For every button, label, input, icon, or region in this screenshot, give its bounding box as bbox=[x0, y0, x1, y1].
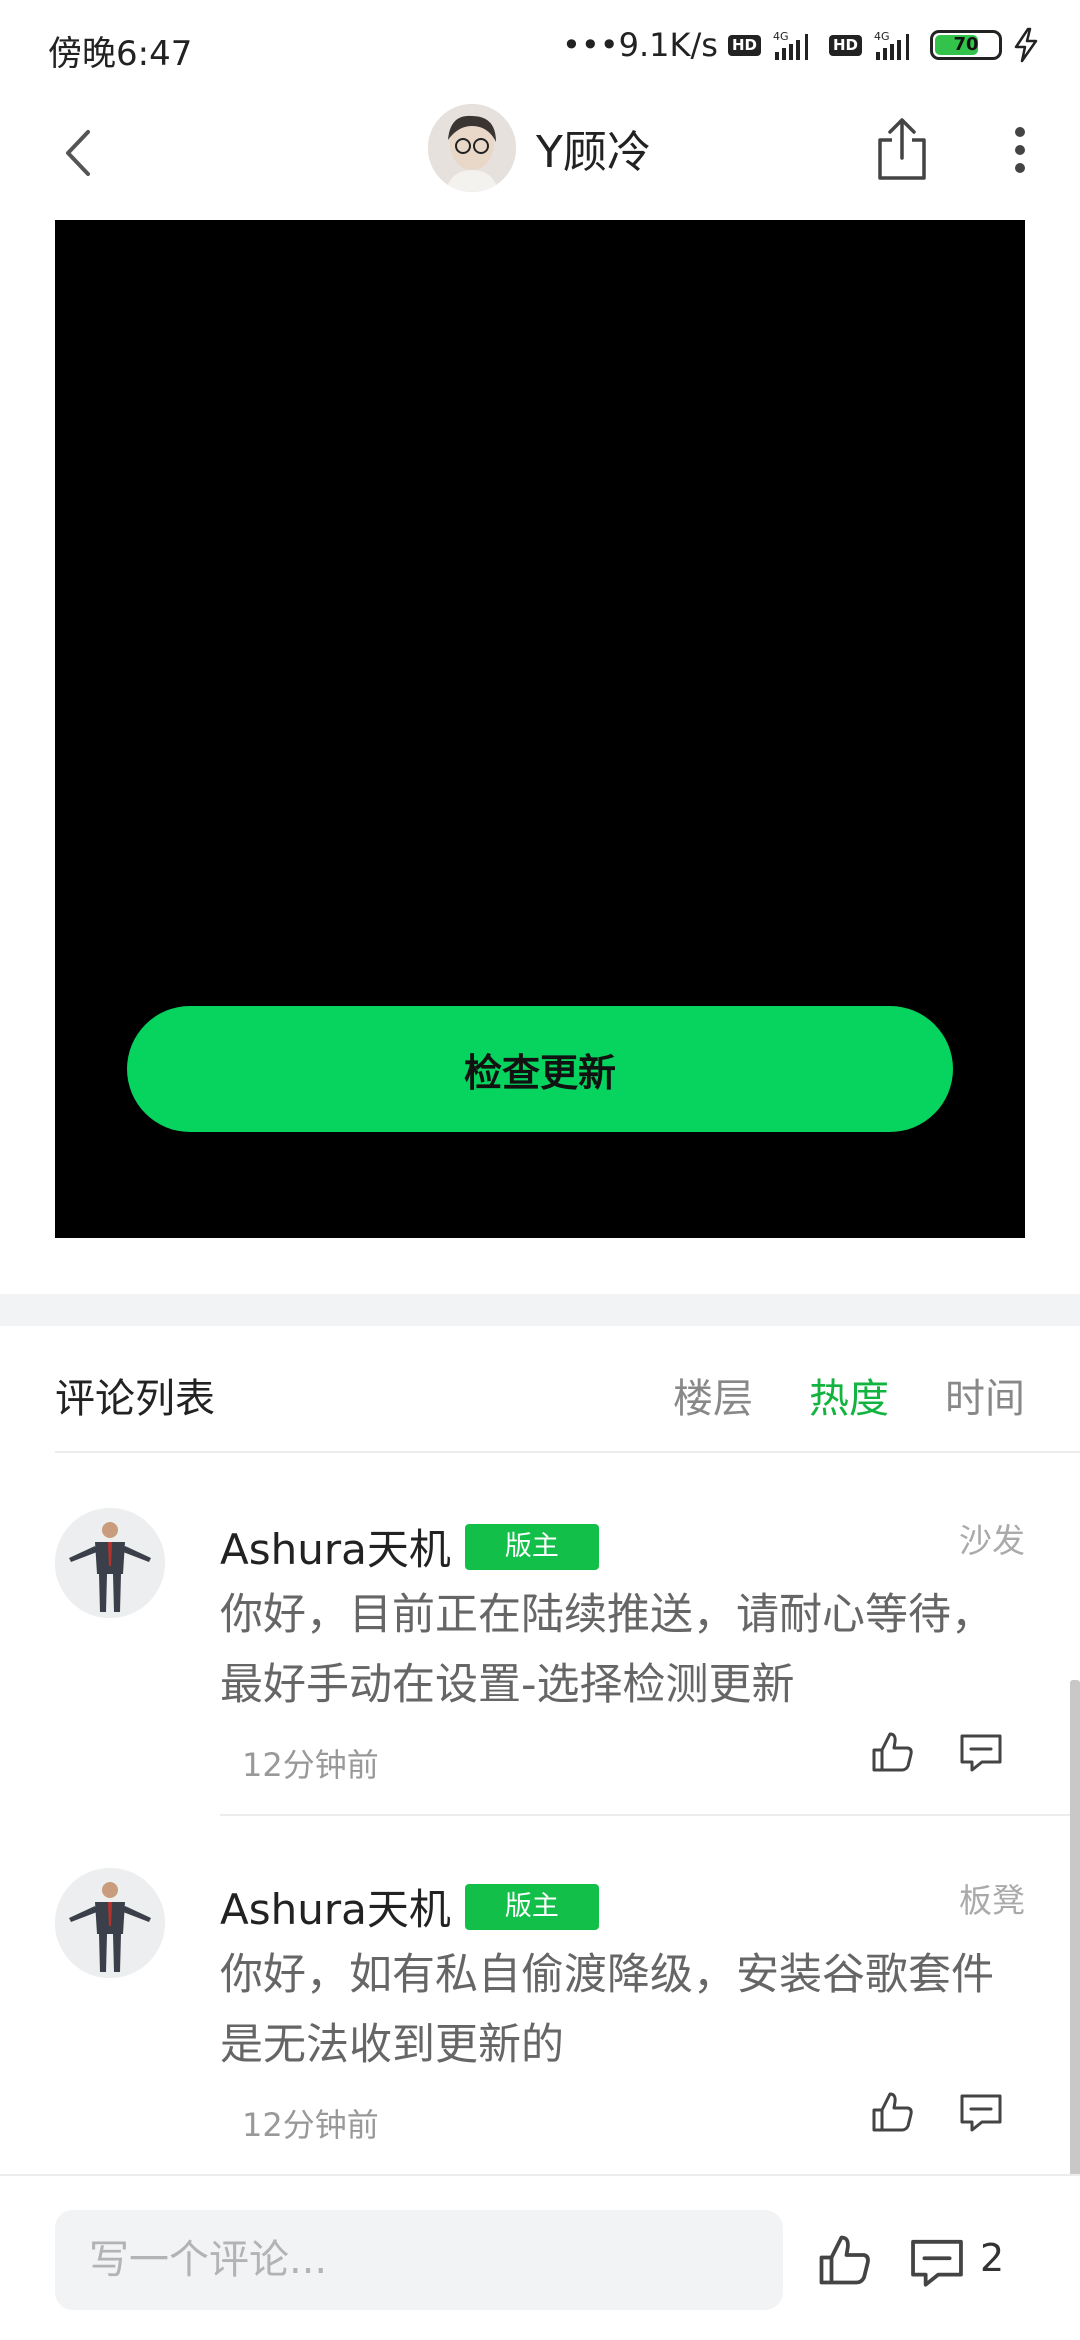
title-bar: Y顾冷 bbox=[0, 96, 1080, 212]
comment-count: 2 bbox=[980, 2236, 1005, 2280]
like-icon[interactable] bbox=[868, 1728, 916, 1776]
divider bbox=[220, 1814, 1080, 1816]
status-bar: 傍晚6:47 •••9.1K/s HD 4G HD 4G 70 bbox=[0, 0, 1080, 96]
signal-icon: 4G bbox=[874, 30, 909, 60]
svg-text:4G: 4G bbox=[773, 30, 789, 43]
tab-time[interactable]: 时间 bbox=[945, 1366, 1025, 1424]
share-icon[interactable] bbox=[870, 114, 934, 186]
comment-time: 12分钟前 bbox=[242, 2106, 379, 2144]
avatar[interactable] bbox=[428, 104, 516, 192]
more-options-icon[interactable] bbox=[1004, 114, 1036, 186]
moderator-badge: 版主 bbox=[464, 1883, 599, 1930]
bottom-action-bar: 2 bbox=[0, 2174, 1080, 2340]
divider bbox=[55, 1451, 1080, 1453]
post-media[interactable]: 检查更新 bbox=[55, 220, 1025, 1238]
battery-level: 70 bbox=[953, 34, 979, 55]
comment-author-row: Ashura天机 版主 bbox=[220, 1516, 599, 1577]
comment-list-header: 评论列表 楼层 热度 时间 bbox=[0, 1326, 1080, 1452]
scrollbar[interactable] bbox=[1070, 1680, 1080, 2176]
commenter-avatar-image bbox=[55, 1868, 165, 1978]
svg-text:4G: 4G bbox=[874, 30, 890, 43]
comment-icon[interactable] bbox=[908, 2236, 966, 2288]
like-icon[interactable] bbox=[868, 2088, 916, 2136]
comment-text: 你好，如有私自偷渡降级，安装谷歌套件是无法收到更新的 bbox=[220, 1950, 994, 2070]
author-name[interactable]: Y顾冷 bbox=[536, 116, 651, 180]
status-indicators: •••9.1K/s HD 4G HD 4G 70 bbox=[562, 26, 1040, 64]
comment-author-row: Ashura天机 版主 bbox=[220, 1876, 599, 1937]
comment-author[interactable]: Ashura天机 bbox=[220, 1516, 451, 1577]
comment-author[interactable]: Ashura天机 bbox=[220, 1876, 451, 1937]
avatar[interactable] bbox=[55, 1868, 165, 1978]
section-divider bbox=[0, 1294, 1080, 1326]
author-avatar-image bbox=[428, 104, 516, 192]
comment-input[interactable] bbox=[55, 2210, 783, 2310]
signal-icon: 4G bbox=[773, 30, 808, 60]
comment-time: 12分钟前 bbox=[242, 1746, 379, 1784]
status-time: 傍晚6:47 bbox=[48, 34, 193, 74]
network-speed: •••9.1K/s bbox=[562, 26, 718, 64]
like-icon[interactable] bbox=[814, 2230, 874, 2290]
author-info[interactable]: Y顾冷 bbox=[428, 104, 651, 192]
tab-floor[interactable]: 楼层 bbox=[673, 1366, 753, 1424]
comment-list-title: 评论列表 bbox=[55, 1376, 215, 1422]
commenter-avatar-image bbox=[55, 1508, 165, 1618]
back-button[interactable] bbox=[52, 118, 112, 188]
hd-badge: HD bbox=[727, 34, 761, 56]
avatar[interactable] bbox=[55, 1508, 165, 1618]
sort-tabs: 楼层 热度 时间 bbox=[673, 1366, 1025, 1424]
battery-icon: 70 bbox=[930, 30, 1002, 60]
comment-text: 你好，目前正在陆续推送，请耐心等待，最好手动在设置-选择检测更新 bbox=[220, 1590, 994, 1710]
floor-label: 沙发 bbox=[959, 1521, 1025, 1560]
hd-badge: HD bbox=[828, 34, 862, 56]
reply-icon[interactable] bbox=[958, 1732, 1004, 1772]
moderator-badge: 版主 bbox=[464, 1523, 599, 1570]
tab-popularity[interactable]: 热度 bbox=[809, 1366, 889, 1424]
reply-icon[interactable] bbox=[958, 2092, 1004, 2132]
charging-icon bbox=[1014, 27, 1038, 63]
floor-label: 板凳 bbox=[959, 1881, 1025, 1920]
check-update-button[interactable]: 检查更新 bbox=[127, 1006, 953, 1132]
